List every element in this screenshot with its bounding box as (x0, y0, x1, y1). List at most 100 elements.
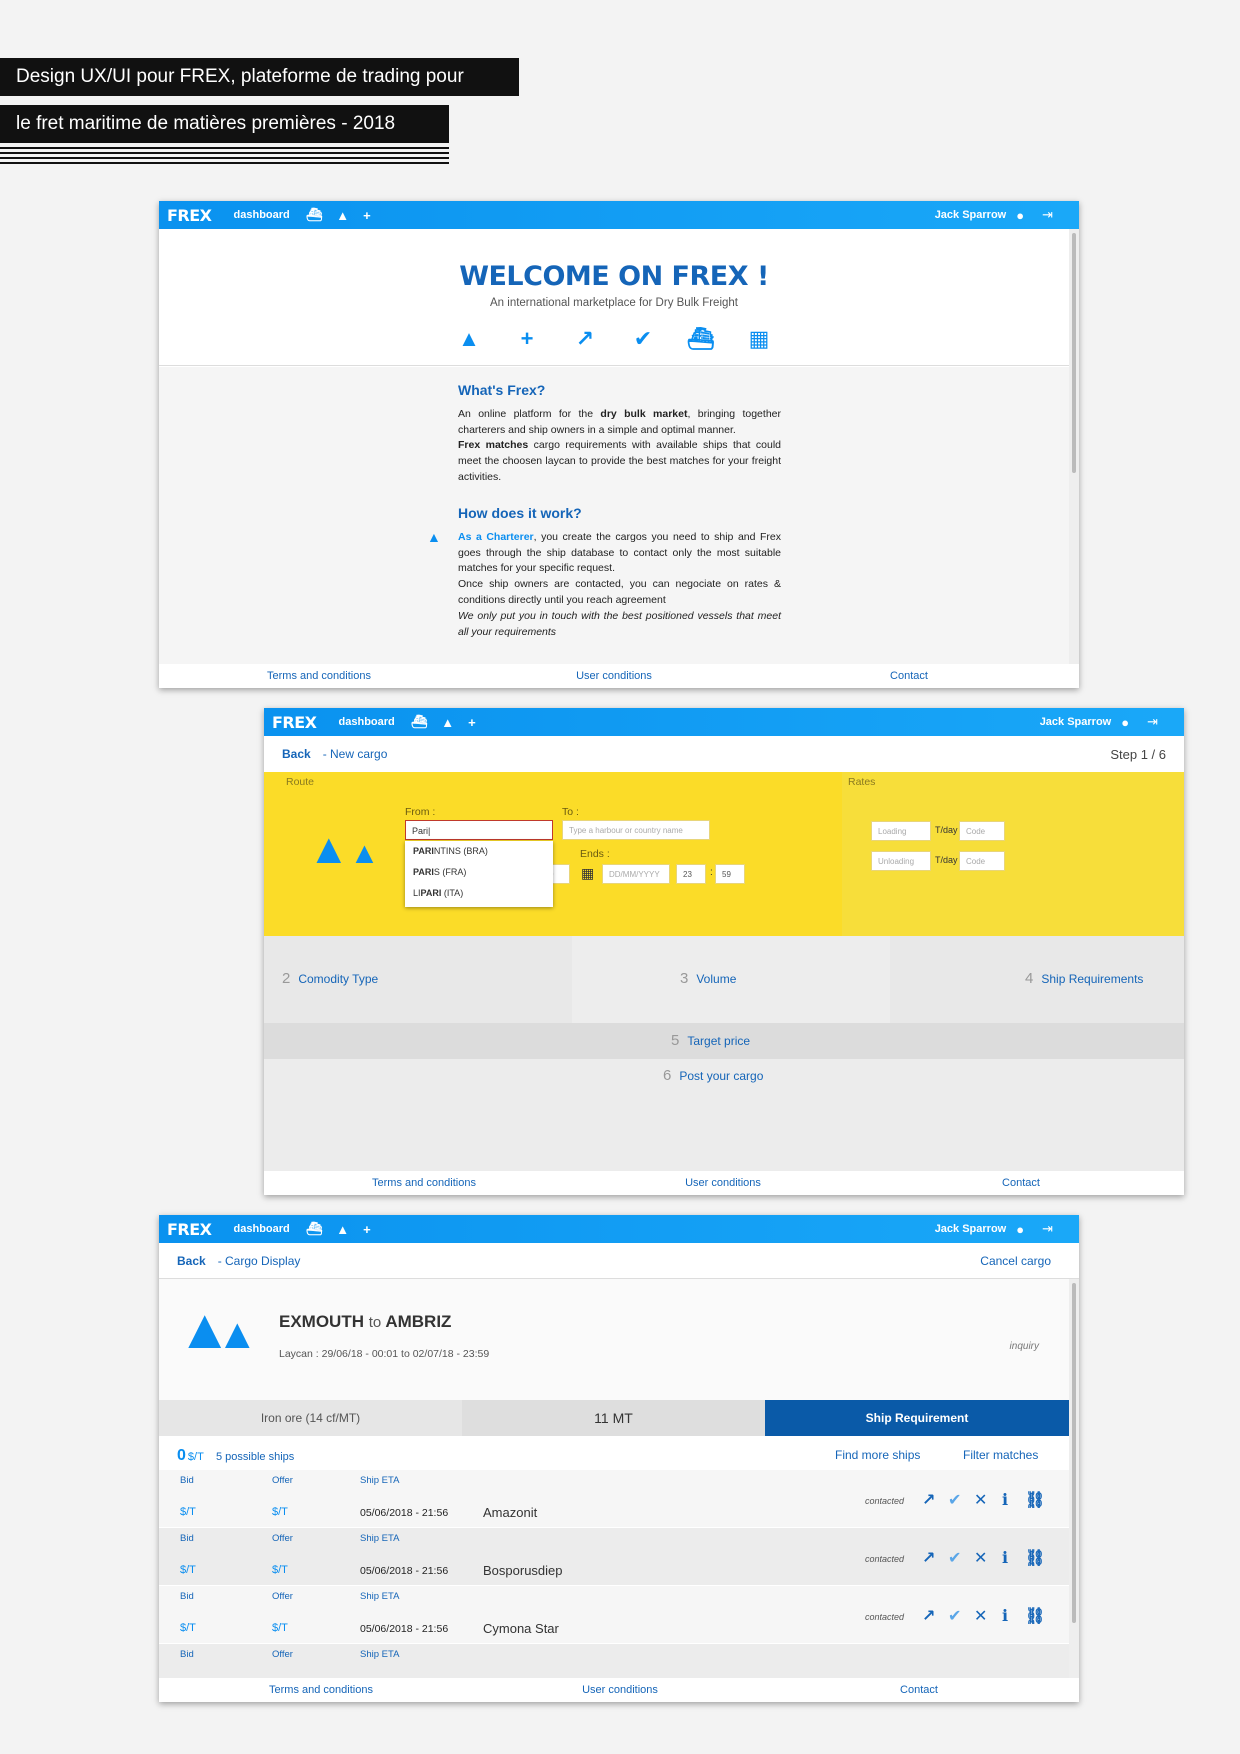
suggestion-item[interactable]: PARINTINS (BRA) (405, 841, 553, 862)
suggestion-item[interactable]: LIPARI (ITA) (405, 883, 553, 904)
logout-icon[interactable]: ⇥ (1042, 1221, 1053, 1237)
mountain-icon[interactable]: ▲ (336, 208, 349, 223)
match-icon[interactable]: ↗ (922, 1606, 935, 1626)
user-icon[interactable]: ● (1016, 1222, 1024, 1237)
user-conditions-link[interactable]: User conditions (582, 1684, 658, 1696)
loading-unit: T/day (935, 825, 958, 835)
accept-icon[interactable]: ✔ (948, 1548, 961, 1568)
offer-value[interactable]: $/T (272, 1622, 288, 1634)
ship-icon[interactable]: ⛴ (306, 207, 323, 223)
from-input[interactable]: Pari| (405, 820, 553, 840)
user-name[interactable]: Jack Sparrow (935, 1223, 1007, 1235)
logout-icon[interactable]: ⇥ (1042, 207, 1053, 223)
end-minute-input[interactable]: 59 (715, 864, 745, 884)
plus-icon[interactable]: + (363, 1222, 371, 1237)
plus-icon[interactable]: + (468, 715, 476, 730)
info-icon[interactable]: i (1002, 1490, 1008, 1509)
filter-matches-link[interactable]: Filter matches (963, 1448, 1038, 1462)
plus-icon[interactable]: + (513, 326, 541, 352)
mountain-icon[interactable]: ▲ (455, 326, 483, 352)
match-icon[interactable]: ↗ (922, 1490, 935, 1510)
info-icon[interactable]: i (1002, 1606, 1008, 1625)
end-date-input[interactable]: DD/MM/YYYY (602, 864, 670, 884)
bid-value[interactable]: $/T (180, 1564, 196, 1576)
ship-icon[interactable]: ⛴ (306, 1221, 323, 1237)
accept-icon[interactable]: ✔ (948, 1490, 961, 1510)
unloading-unit: T/day (935, 855, 958, 865)
calendar-icon[interactable]: ▦ (745, 326, 773, 352)
ship-eta: 05/06/2018 - 21:56 (360, 1565, 449, 1577)
footer: Terms and conditions User conditions Con… (264, 1171, 1184, 1195)
calendar-icon[interactable]: ▦ (581, 865, 594, 882)
volume-tab[interactable]: 11 MT (462, 1400, 765, 1436)
ship-name[interactable]: Cymona Star (483, 1621, 559, 1636)
scrollbar[interactable] (1069, 1279, 1079, 1702)
step-volume[interactable]: 3 Volume (680, 970, 736, 987)
link-icon[interactable]: ⛓ (1025, 1548, 1045, 1568)
table-row: Bid Offer Ship ETA $/T $/T 05/06/2018 - … (159, 1470, 1069, 1528)
frex-logo[interactable]: FREX (167, 1220, 212, 1239)
cancel-cargo-button[interactable]: Cancel cargo (980, 1254, 1051, 1268)
reject-icon[interactable]: ✕ (974, 1606, 987, 1626)
step-commodity[interactable]: 2 Comodity Type (282, 970, 378, 987)
mountain-icon[interactable]: ▲ (336, 1222, 349, 1237)
nav-dashboard[interactable]: dashboard (234, 1223, 290, 1235)
ship-name[interactable]: Amazonit (483, 1505, 537, 1520)
contact-link[interactable]: Contact (890, 670, 928, 682)
scrollbar[interactable] (1069, 229, 1079, 688)
ship-icon[interactable]: ⛴ (411, 714, 428, 730)
loading-code-input[interactable]: Code (959, 821, 1005, 841)
loading-input[interactable]: Loading (871, 821, 931, 841)
to-input[interactable]: Type a harbour or country name (562, 820, 710, 840)
terms-link[interactable]: Terms and conditions (372, 1177, 476, 1189)
route-section: Route ▲▲ From : Pari| To : Type a harbou… (264, 772, 842, 936)
match-icon[interactable]: ↗ (571, 326, 599, 352)
suggestion-item[interactable]: PARIS (FRA) (405, 862, 553, 883)
frex-logo[interactable]: FREX (272, 713, 317, 732)
user-icon[interactable]: ● (1016, 208, 1024, 223)
terms-link[interactable]: Terms and conditions (267, 670, 371, 682)
logout-icon[interactable]: ⇥ (1147, 714, 1158, 730)
find-more-ships-link[interactable]: Find more ships (835, 1448, 920, 1462)
back-link[interactable]: Back (177, 1254, 206, 1268)
contacted-status: contacted (865, 1612, 905, 1622)
route-label: Route (286, 776, 315, 788)
bid-value[interactable]: $/T (180, 1622, 196, 1634)
ship-name[interactable]: Bosporusdiep (483, 1563, 563, 1578)
mountain-icon[interactable]: ▲ (441, 715, 454, 730)
info-icon[interactable]: i (1002, 1548, 1008, 1567)
step-target-price[interactable]: 5 Target price (671, 1032, 750, 1049)
contact-link[interactable]: Contact (900, 1684, 938, 1696)
link-icon[interactable]: ⛓ (1025, 1606, 1045, 1626)
contacted-status: contacted (865, 1496, 905, 1506)
frex-logo[interactable]: FREX (167, 206, 212, 225)
reject-icon[interactable]: ✕ (974, 1548, 987, 1568)
offer-value[interactable]: $/T (272, 1506, 288, 1518)
user-conditions-link[interactable]: User conditions (685, 1177, 761, 1189)
offer-value[interactable]: $/T (272, 1564, 288, 1576)
user-icon[interactable]: ● (1121, 715, 1129, 730)
user-name[interactable]: Jack Sparrow (1040, 716, 1112, 728)
ship-requirement-tab[interactable]: Ship Requirement (765, 1400, 1069, 1436)
nav-dashboard[interactable]: dashboard (234, 209, 290, 221)
end-hour-input[interactable]: 23 (676, 864, 706, 884)
link-icon[interactable]: ⛓ (1025, 1490, 1045, 1510)
step-ship-requirements[interactable]: 4 Ship Requirements (1025, 970, 1143, 987)
match-icon[interactable]: ↗ (922, 1548, 935, 1568)
reject-icon[interactable]: ✕ (974, 1490, 987, 1510)
user-name[interactable]: Jack Sparrow (935, 209, 1007, 221)
unloading-input[interactable]: Unloading (871, 851, 931, 871)
accept-icon[interactable]: ✔ (948, 1606, 961, 1626)
plus-icon[interactable]: + (363, 208, 371, 223)
unloading-code-input[interactable]: Code (959, 851, 1005, 871)
back-link[interactable]: Back (282, 747, 311, 761)
user-conditions-link[interactable]: User conditions (576, 670, 652, 682)
contact-link[interactable]: Contact (1002, 1177, 1040, 1189)
step-post-cargo[interactable]: 6 Post your cargo (663, 1067, 763, 1084)
check-icon[interactable]: ✔ (629, 326, 657, 352)
nav-dashboard[interactable]: dashboard (339, 716, 395, 728)
bid-value[interactable]: $/T (180, 1506, 196, 1518)
ship-icon[interactable]: ⛴ (687, 326, 715, 352)
terms-link[interactable]: Terms and conditions (269, 1684, 373, 1696)
commodity-tab[interactable]: Iron ore (14 cf/MT) (159, 1400, 462, 1436)
